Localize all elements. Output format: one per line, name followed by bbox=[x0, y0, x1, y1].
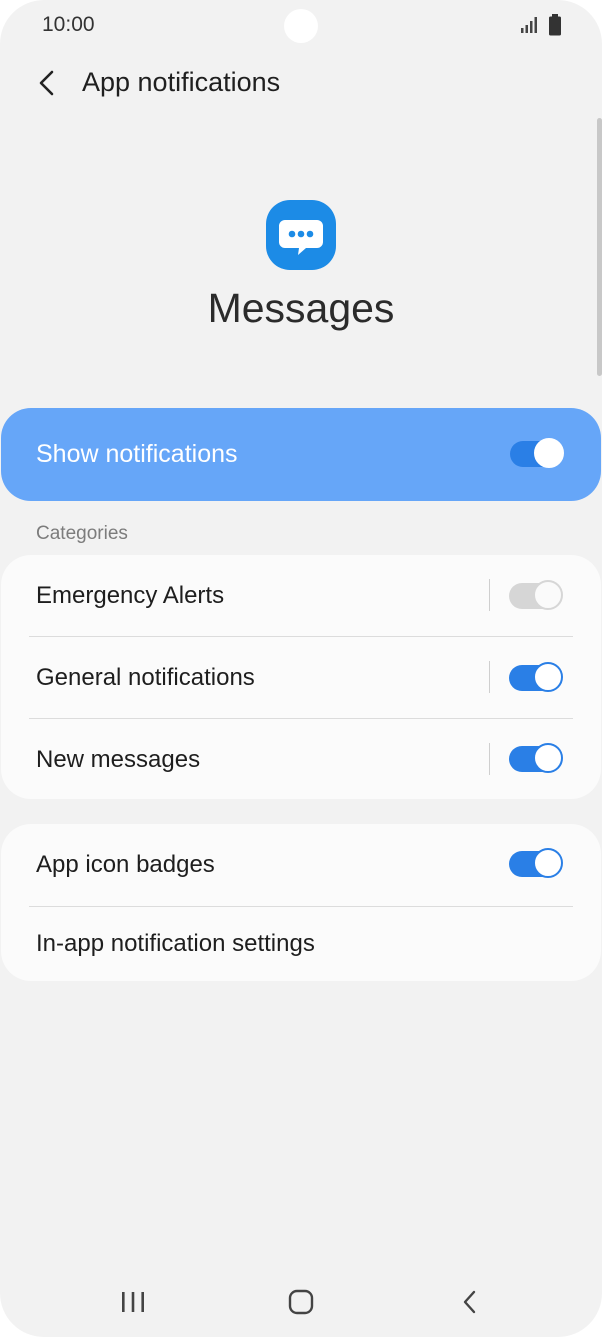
divider bbox=[489, 743, 490, 775]
toggle-knob bbox=[533, 743, 563, 773]
category-label: Emergency Alerts bbox=[36, 582, 225, 609]
toggle-knob bbox=[534, 438, 564, 468]
recents-button[interactable] bbox=[113, 1282, 153, 1322]
scrollbar[interactable] bbox=[597, 118, 602, 376]
divider bbox=[489, 579, 490, 611]
category-label: New messages bbox=[36, 746, 201, 773]
app-icon-badges-row[interactable]: App icon badges bbox=[1, 824, 601, 906]
back-button[interactable] bbox=[30, 64, 64, 102]
other-settings-card: App icon badges In-app notification sett… bbox=[1, 824, 601, 981]
home-icon bbox=[288, 1289, 314, 1315]
toggle-knob bbox=[533, 848, 563, 878]
show-notifications-toggle[interactable] bbox=[510, 438, 564, 468]
category-label: General notifications bbox=[36, 664, 255, 691]
emergency-alerts-toggle bbox=[509, 580, 563, 610]
nav-back-icon bbox=[463, 1290, 476, 1314]
signal-icon bbox=[520, 16, 538, 39]
messages-app-icon bbox=[266, 200, 336, 270]
category-row-general-notifications[interactable]: General notifications bbox=[1, 637, 601, 719]
show-notifications-label: Show notifications bbox=[36, 440, 238, 468]
divider bbox=[489, 661, 490, 693]
categories-card: Emergency Alerts General notifications N… bbox=[1, 555, 601, 799]
recents-icon bbox=[122, 1292, 144, 1312]
toggle-knob bbox=[533, 662, 563, 692]
general-notifications-toggle[interactable] bbox=[509, 662, 563, 692]
app-icon-badges-label: App icon badges bbox=[36, 851, 215, 878]
battery-icon bbox=[548, 14, 562, 41]
back-arrow-icon bbox=[39, 70, 54, 96]
nav-back-button[interactable] bbox=[450, 1282, 490, 1322]
phone-screen: 10:00 App notifications Messages Show no… bbox=[0, 0, 602, 1337]
in-app-notification-settings-row[interactable]: In-app notification settings bbox=[1, 904, 601, 981]
category-row-new-messages[interactable]: New messages bbox=[1, 719, 601, 801]
categories-header: Categories bbox=[36, 523, 128, 544]
page-title: App notifications bbox=[82, 67, 281, 97]
toggle-knob bbox=[533, 580, 563, 610]
new-messages-toggle[interactable] bbox=[509, 743, 563, 773]
front-camera-cutout bbox=[284, 9, 318, 43]
category-row-emergency-alerts[interactable]: Emergency Alerts bbox=[1, 555, 601, 637]
app-name: Messages bbox=[207, 285, 395, 331]
in-app-notification-settings-label: In-app notification settings bbox=[36, 930, 315, 957]
status-time: 10:00 bbox=[42, 13, 95, 36]
app-icon-badges-toggle[interactable] bbox=[509, 848, 563, 878]
show-notifications-row[interactable]: Show notifications bbox=[1, 408, 601, 501]
home-button[interactable] bbox=[281, 1282, 321, 1322]
